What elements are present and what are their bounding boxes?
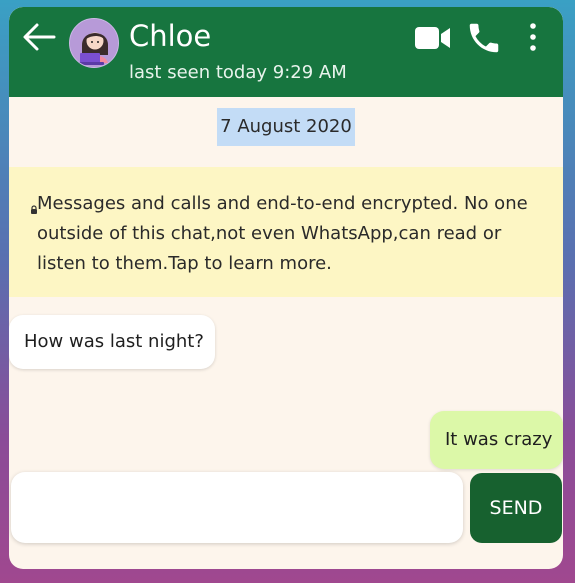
lock-icon [30, 195, 38, 214]
message-input[interactable] [11, 472, 463, 543]
video-camera-icon[interactable] [414, 21, 452, 55]
send-button[interactable]: SEND [470, 473, 562, 543]
avatar[interactable] [69, 18, 119, 68]
incoming-message[interactable]: How was last night? [9, 315, 215, 369]
more-vert-icon[interactable] [524, 21, 542, 53]
message-text: How was last night? [24, 331, 204, 352]
chat-window: Chloe last seen today 9:29 AM 7 August 2… [9, 7, 563, 569]
contact-name[interactable]: Chloe [129, 19, 211, 53]
encryption-notice[interactable]: Messages and calls and end-to-end encryp… [9, 167, 563, 297]
message-text: It was crazy [445, 429, 553, 450]
phone-icon[interactable] [464, 19, 504, 57]
chat-header: Chloe last seen today 9:29 AM [9, 7, 563, 97]
outgoing-message[interactable]: It was crazy [430, 411, 563, 469]
last-seen-status: last seen today 9:29 AM [129, 62, 347, 83]
back-arrow-icon[interactable] [21, 21, 57, 53]
encryption-text: Messages and calls and end-to-end encryp… [37, 193, 528, 274]
date-chip: 7 August 2020 [217, 108, 355, 146]
